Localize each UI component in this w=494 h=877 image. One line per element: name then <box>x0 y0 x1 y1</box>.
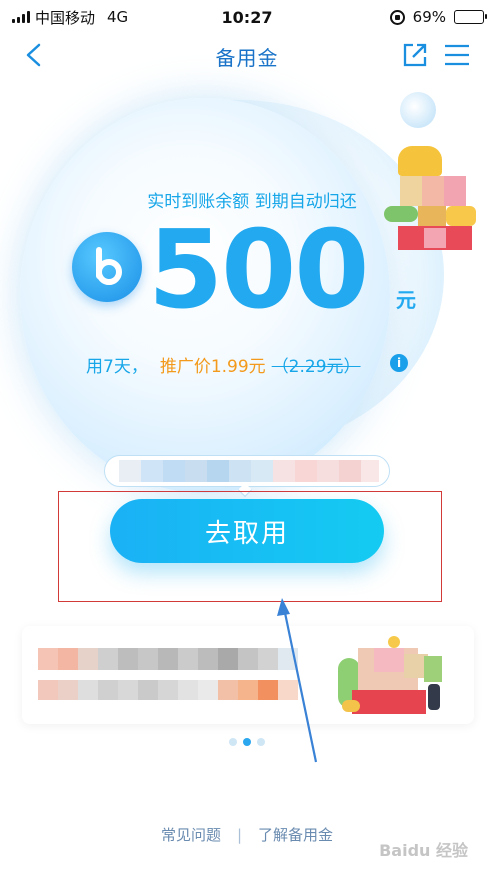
menu-icon[interactable] <box>442 40 472 70</box>
watermark: Baidu 经验 <box>379 841 468 860</box>
b-letter-icon <box>96 247 122 285</box>
term-label: 用7天， <box>86 357 148 377</box>
pager-dots <box>0 738 494 746</box>
blurred-notice-pill <box>104 455 390 487</box>
small-bubble <box>400 92 436 128</box>
footer-separator: | <box>236 825 243 844</box>
page: 中国移动 4G 10:27 69% 备用金 实时到账余额 到期自动归还 500 … <box>0 0 494 877</box>
withdraw-button[interactable]: 去取用 <box>110 499 384 563</box>
battery-icon <box>454 10 487 24</box>
status-bar: 中国移动 4G 10:27 69% <box>0 0 494 34</box>
pricing-terms: 用7天， 推广价1.99元 （2.29元） <box>86 352 361 377</box>
pager-dot[interactable] <box>257 738 265 746</box>
rotation-lock-icon <box>389 9 405 25</box>
nav-bar: 备用金 <box>0 34 494 78</box>
original-price: （2.29元） <box>271 357 361 377</box>
share-icon[interactable] <box>400 40 430 70</box>
promo-banner[interactable] <box>22 626 474 724</box>
promo-price: 推广价1.99元 <box>159 357 266 377</box>
amount-value: 500 <box>148 208 369 333</box>
red-envelope-illustration <box>328 634 468 720</box>
about-link[interactable]: 了解备用金 <box>258 824 333 845</box>
pager-dot-active[interactable] <box>243 738 251 746</box>
battery-percent: 69% <box>412 8 446 26</box>
b-logo-icon <box>72 232 142 302</box>
faq-link[interactable]: 常见问题 <box>161 824 221 845</box>
info-icon[interactable]: i <box>390 354 408 372</box>
status-right: 69% <box>389 8 487 26</box>
blurred-banner-text <box>38 648 300 708</box>
pager-dot[interactable] <box>229 738 237 746</box>
amount-unit: 元 <box>396 288 416 312</box>
